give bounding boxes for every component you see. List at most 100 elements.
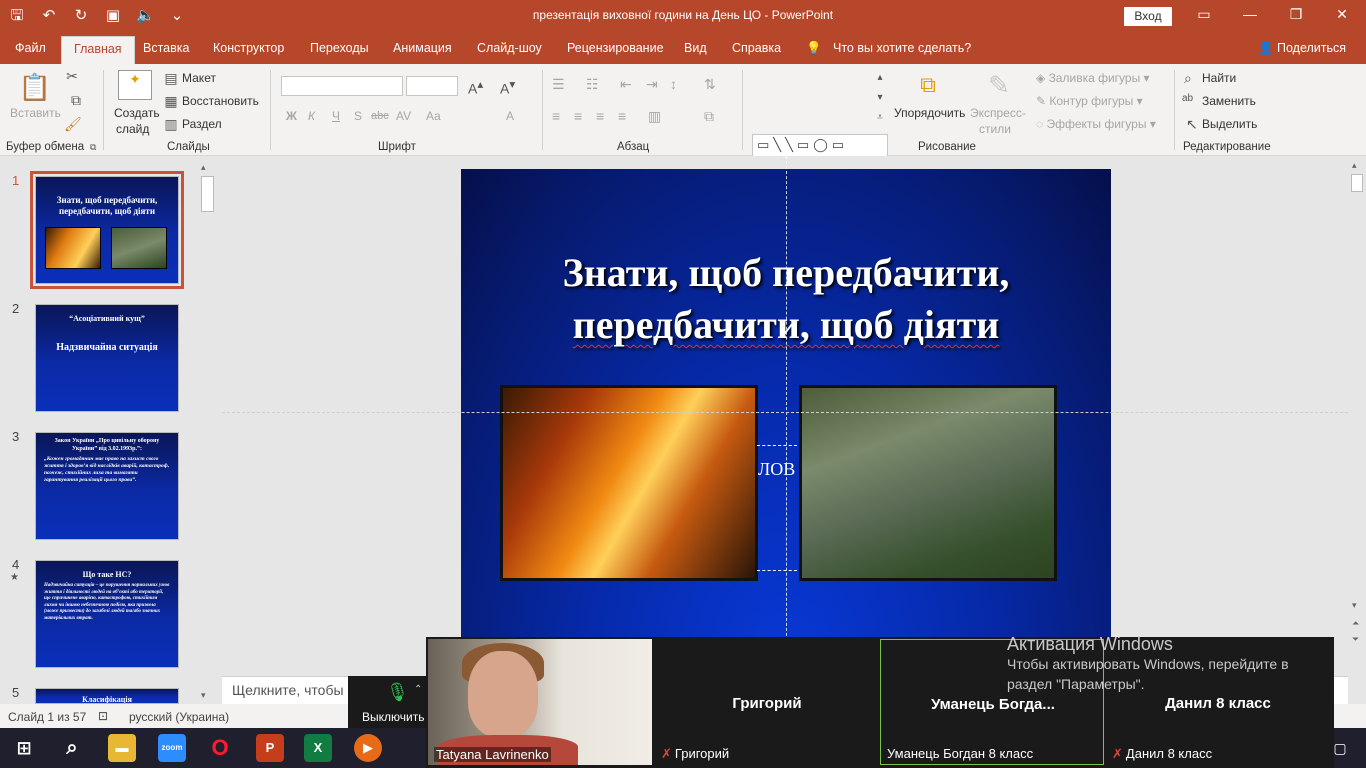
replace-button[interactable]: Заменить <box>1202 94 1256 108</box>
cut-icon[interactable]: ✂ <box>64 68 80 85</box>
editor-scrollbar[interactable]: ▴ ▾ ⏶ ⏷ <box>1350 160 1364 650</box>
underline-button[interactable]: Ч <box>332 109 340 123</box>
language-status[interactable]: русский (Украина) <box>129 710 229 724</box>
zoom-mute-control[interactable]: 🎙 ⌃ Выключить <box>348 676 432 728</box>
bullets-icon[interactable]: ☰ <box>552 76 565 93</box>
decrease-indent-icon[interactable]: ⇤ <box>620 76 632 93</box>
tab-file[interactable]: Файл <box>15 41 46 55</box>
font-color-button[interactable]: A <box>506 109 514 123</box>
tab-design[interactable]: Конструктор <box>213 41 284 55</box>
thumbnail-slide-2[interactable]: “Асоціативний кущ” Надзвичайна ситуація <box>35 304 179 412</box>
horizontal-guide[interactable] <box>222 412 1348 413</box>
zoom-app-icon[interactable]: zoom <box>158 734 186 762</box>
dialog-launcher-icon[interactable]: ⧉ <box>90 142 96 153</box>
ribbon-display-options-icon[interactable]: ▭ <box>1192 6 1216 23</box>
thumbnail-slide-5[interactable]: Класифікація <box>35 688 179 704</box>
grow-font-icon[interactable]: A▴ <box>468 77 483 97</box>
tab-insert[interactable]: Вставка <box>143 41 189 55</box>
thumbnail-slide-1[interactable]: Знати, щоб передбачити, передбачити, щоб… <box>30 171 184 289</box>
thumbnail-slide-3[interactable]: Закон України „Про цивільну оборону Укра… <box>35 432 179 540</box>
tab-slideshow[interactable]: Слайд-шоу <box>477 41 542 55</box>
tab-view[interactable]: Вид <box>684 41 707 55</box>
file-explorer-icon[interactable]: ▬ <box>108 734 136 762</box>
change-case-button[interactable]: Aa <box>426 109 441 123</box>
microphone-icon[interactable]: 🎙 <box>386 682 409 703</box>
previous-slide-icon[interactable]: ⏶ <box>1352 618 1359 629</box>
tab-animations[interactable]: Анимация <box>393 41 452 55</box>
scroll-up-icon[interactable]: ▴ <box>201 162 206 173</box>
tab-help[interactable]: Справка <box>732 41 781 55</box>
firefighter-image[interactable] <box>500 385 758 581</box>
opera-icon[interactable]: O <box>206 734 234 762</box>
bold-button[interactable]: Ж <box>286 109 297 123</box>
copy-icon[interactable]: ⧉ <box>64 92 88 109</box>
smartart-icon[interactable]: ⧉ <box>704 108 714 125</box>
shapes-scroll-up-icon[interactable]: ▴ <box>872 72 888 83</box>
section-button[interactable]: Раздел <box>182 117 222 131</box>
participant-tile[interactable]: Григорий ✗ Григорий <box>655 639 879 765</box>
italic-button[interactable]: К <box>308 109 315 123</box>
tab-review[interactable]: Рецензирование <box>567 41 664 55</box>
editor-scroll-thumb[interactable] <box>1351 174 1363 192</box>
arrange-icon[interactable]: ⧉ <box>914 72 942 98</box>
shapes-more-icon[interactable]: ⩡ <box>872 112 888 123</box>
arrange-button[interactable]: Упорядочить <box>894 106 965 120</box>
columns-icon[interactable]: ▥ <box>648 108 661 125</box>
shapes-scroll-down-icon[interactable]: ▾ <box>872 92 888 103</box>
quick-styles-icon[interactable]: ✎ <box>984 70 1014 101</box>
text-direction-icon[interactable]: ⇅ <box>704 76 716 93</box>
scroll-down-icon[interactable]: ▾ <box>201 690 206 701</box>
audio-options-icon[interactable]: ⌃ <box>414 684 422 695</box>
thumbnails-scrollbar[interactable]: ▴ ▾ <box>200 160 216 704</box>
shrink-font-icon[interactable]: A▾ <box>500 77 515 97</box>
participant-tile-video[interactable]: Tatyana Lavrinenko <box>428 639 652 765</box>
quick-styles-button[interactable]: Экспресс- <box>970 106 1026 120</box>
tab-transitions[interactable]: Переходы <box>310 41 369 55</box>
muted-mic-icon: ✗ <box>1112 746 1123 761</box>
select-button[interactable]: Выделить <box>1202 117 1257 131</box>
close-icon[interactable]: ✕ <box>1330 6 1354 23</box>
char-spacing-button[interactable]: AV <box>396 109 411 123</box>
thumbnail-slide-4[interactable]: Що таке НС? Надзвичайна ситуація – це по… <box>35 560 179 668</box>
layout-button[interactable]: Макет <box>182 71 216 85</box>
increase-indent-icon[interactable]: ⇥ <box>646 76 658 93</box>
align-center-icon[interactable]: ≡ <box>574 108 582 124</box>
media-player-icon[interactable]: ▶ <box>354 734 382 762</box>
accessibility-icon[interactable]: ⊡ <box>98 709 108 723</box>
scroll-up-icon[interactable]: ▴ <box>1352 160 1357 171</box>
font-size-combo[interactable] <box>406 76 458 96</box>
tell-me-input[interactable]: Что вы хотите сделать? <box>833 41 971 55</box>
maximize-icon[interactable]: ❐ <box>1284 6 1308 23</box>
align-left-icon[interactable]: ≡ <box>552 108 560 124</box>
format-painter-icon[interactable]: 🖌 <box>64 116 82 133</box>
shadow-button[interactable]: S <box>354 109 362 123</box>
paste-icon[interactable]: 📋 <box>18 72 52 106</box>
reset-button[interactable]: Восстановить <box>182 94 259 108</box>
minimize-icon[interactable]: — <box>1238 6 1262 22</box>
shape-effects-button[interactable]: ◌ Эффекты фигуры ▾ <box>1036 117 1156 131</box>
vertical-guide[interactable] <box>786 156 787 656</box>
find-button[interactable]: Найти <box>1202 71 1236 85</box>
powerpoint-icon[interactable]: P <box>256 734 284 762</box>
tab-home[interactable]: Главная <box>61 36 135 64</box>
paste-button[interactable]: Вставить <box>10 106 61 120</box>
windows-start-icon[interactable]: ⊞ <box>10 734 38 762</box>
strikethrough-button[interactable]: abc <box>371 110 389 122</box>
line-spacing-icon[interactable]: ↕ <box>670 76 677 92</box>
justify-icon[interactable]: ≡ <box>618 108 626 124</box>
align-right-icon[interactable]: ≡ <box>596 108 604 124</box>
numbering-icon[interactable]: ☷ <box>586 76 599 93</box>
new-slide-icon[interactable]: ✦ <box>118 70 152 100</box>
font-name-combo[interactable] <box>281 76 403 96</box>
flood-aerial-image[interactable] <box>799 385 1057 581</box>
scroll-down-icon[interactable]: ▾ <box>1352 600 1357 611</box>
thumbnails-scroll-thumb[interactable] <box>201 176 214 212</box>
shape-fill-button[interactable]: ◈ Заливка фигуры ▾ <box>1036 71 1150 85</box>
search-icon[interactable]: ⌕ <box>58 734 86 762</box>
share-button[interactable]: Поделиться <box>1277 41 1346 55</box>
new-slide-button[interactable]: Создать <box>114 106 160 120</box>
next-slide-icon[interactable]: ⏷ <box>1352 634 1359 645</box>
excel-icon[interactable]: X <box>304 734 332 762</box>
signin-button[interactable]: Вход <box>1124 7 1172 26</box>
shape-outline-button[interactable]: ✎ Контур фигуры ▾ <box>1036 94 1143 108</box>
